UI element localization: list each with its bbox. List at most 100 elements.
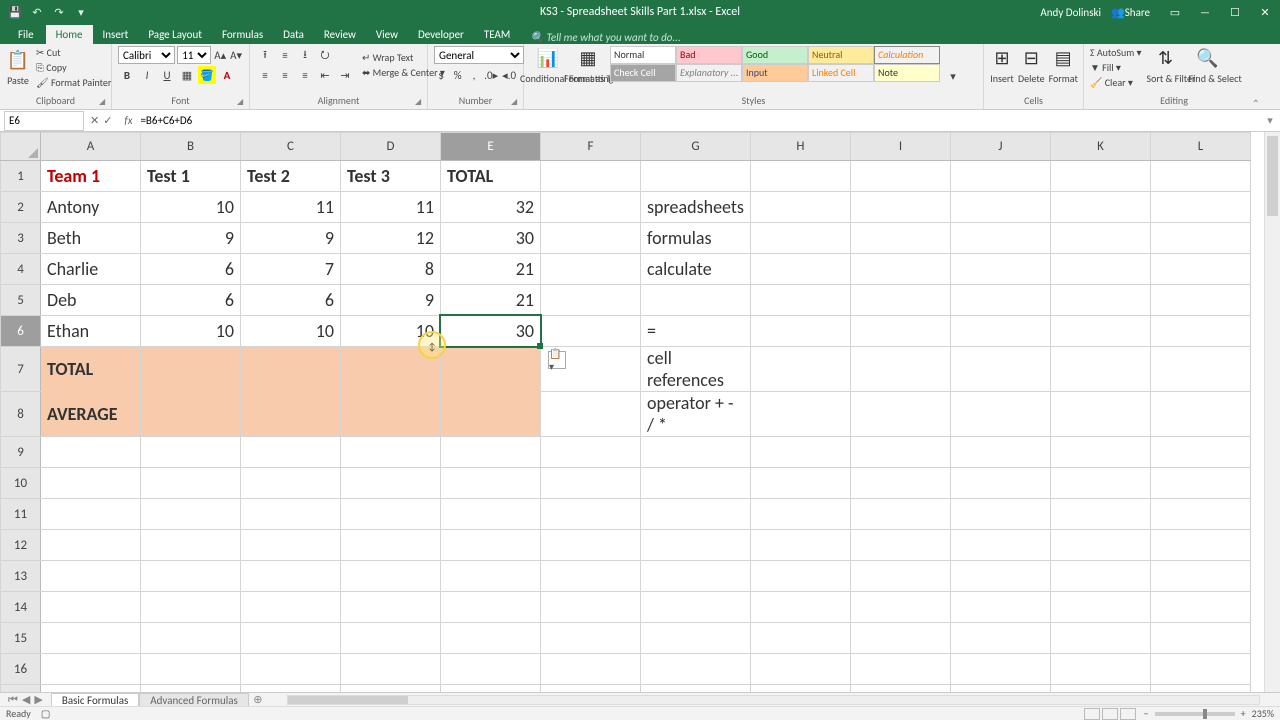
- cell-D2[interactable]: 11: [341, 192, 441, 223]
- redo-icon[interactable]: ↷: [50, 3, 68, 21]
- cell-J8[interactable]: [950, 392, 1050, 437]
- cell-B14[interactable]: [141, 592, 241, 623]
- cell-D13[interactable]: [341, 561, 441, 592]
- enter-formula-icon[interactable]: ✓: [103, 114, 112, 127]
- cell-I9[interactable]: [850, 437, 950, 468]
- cell-H11[interactable]: [750, 499, 850, 530]
- cell-C15[interactable]: [241, 623, 341, 654]
- cell-I12[interactable]: [850, 530, 950, 561]
- cell-A2[interactable]: Antony: [41, 192, 141, 223]
- cell-L4[interactable]: [1150, 254, 1250, 285]
- align-right-icon[interactable]: ≡: [296, 66, 314, 84]
- col-header-D[interactable]: D: [341, 133, 441, 161]
- cell-E7[interactable]: [441, 347, 541, 392]
- tab-file[interactable]: File: [6, 25, 46, 44]
- grow-font-icon[interactable]: A▴: [213, 46, 227, 64]
- cell-K3[interactable]: [1050, 223, 1150, 254]
- cell-C5[interactable]: 6: [241, 285, 341, 316]
- cell-G11[interactable]: [641, 499, 751, 530]
- cell-L6[interactable]: [1150, 316, 1250, 347]
- cell-G2[interactable]: spreadsheets: [641, 192, 751, 223]
- cell-F5[interactable]: [541, 285, 641, 316]
- cell-D12[interactable]: [341, 530, 441, 561]
- cell-I16[interactable]: [850, 654, 950, 685]
- col-header-B[interactable]: B: [141, 133, 241, 161]
- cell-J9[interactable]: [950, 437, 1050, 468]
- cell-H1[interactable]: [750, 161, 850, 192]
- zoom-slider[interactable]: [1155, 712, 1235, 716]
- cell-K1[interactable]: [1050, 161, 1150, 192]
- fx-icon[interactable]: fx: [118, 114, 138, 127]
- cell-E5[interactable]: 21: [441, 285, 541, 316]
- cell-H5[interactable]: [750, 285, 850, 316]
- cell-D9[interactable]: [341, 437, 441, 468]
- page-break-view-icon[interactable]: [1120, 708, 1136, 720]
- dialog-launcher-icon[interactable]: ◢: [237, 97, 247, 107]
- col-header-K[interactable]: K: [1050, 133, 1150, 161]
- zoom-out-icon[interactable]: −: [1144, 707, 1149, 720]
- cell-F17[interactable]: [541, 685, 641, 693]
- delete-cells-button[interactable]: ⊟Delete: [1018, 46, 1045, 85]
- font-name-select[interactable]: Calibri: [118, 46, 175, 64]
- cell-style-neutral[interactable]: Neutral: [808, 46, 874, 64]
- cell-L17[interactable]: [1150, 685, 1250, 693]
- cell-E10[interactable]: [441, 468, 541, 499]
- close-icon[interactable]: ✕: [1250, 0, 1280, 24]
- cell-C3[interactable]: 9: [241, 223, 341, 254]
- cell-J3[interactable]: [950, 223, 1050, 254]
- insert-cells-button[interactable]: ⊞Insert: [990, 46, 1014, 85]
- cell-style-linked-cell[interactable]: Linked Cell: [808, 64, 874, 82]
- cell-A10[interactable]: [41, 468, 141, 499]
- cell-K13[interactable]: [1050, 561, 1150, 592]
- cell-C11[interactable]: [241, 499, 341, 530]
- cell-I3[interactable]: [850, 223, 950, 254]
- cell-H3[interactable]: [750, 223, 850, 254]
- cell-style-input[interactable]: Input: [742, 64, 808, 82]
- cell-H17[interactable]: [750, 685, 850, 693]
- number-format-select[interactable]: General: [434, 46, 524, 64]
- cell-K15[interactable]: [1050, 623, 1150, 654]
- ribbon-display-icon[interactable]: ▭: [1160, 0, 1190, 24]
- cell-K2[interactable]: [1050, 192, 1150, 223]
- cell-H4[interactable]: [750, 254, 850, 285]
- paste-button[interactable]: 📋 Paste: [6, 48, 30, 87]
- cell-D1[interactable]: Test 3: [341, 161, 441, 192]
- cell-L9[interactable]: [1150, 437, 1250, 468]
- cell-I11[interactable]: [850, 499, 950, 530]
- align-center-icon[interactable]: ≡: [276, 66, 294, 84]
- cell-F14[interactable]: [541, 592, 641, 623]
- macro-record-icon[interactable]: ▢: [41, 707, 50, 720]
- cell-G1[interactable]: [641, 161, 751, 192]
- cell-F1[interactable]: [541, 161, 641, 192]
- cell-G8[interactable]: operator + - / *: [641, 392, 751, 437]
- tab-page-layout[interactable]: Page Layout: [138, 25, 212, 44]
- cell-styles-gallery[interactable]: NormalBadGoodNeutralCalculationCheck Cel…: [610, 46, 940, 82]
- cell-D11[interactable]: [341, 499, 441, 530]
- cell-I2[interactable]: [850, 192, 950, 223]
- cell-C16[interactable]: [241, 654, 341, 685]
- cell-F2[interactable]: [541, 192, 641, 223]
- cell-I8[interactable]: [850, 392, 950, 437]
- styles-more-icon[interactable]: ▾: [944, 67, 962, 85]
- tab-formulas[interactable]: Formulas: [212, 25, 273, 44]
- qa-custom-icon[interactable]: ▾: [72, 3, 90, 21]
- cell-B10[interactable]: [141, 468, 241, 499]
- cell-A5[interactable]: Deb: [41, 285, 141, 316]
- cell-D3[interactable]: 12: [341, 223, 441, 254]
- row-header-2[interactable]: 2: [1, 192, 41, 223]
- col-header-J[interactable]: J: [950, 133, 1050, 161]
- cell-A16[interactable]: [41, 654, 141, 685]
- cell-A4[interactable]: Charlie: [41, 254, 141, 285]
- cell-L2[interactable]: [1150, 192, 1250, 223]
- undo-icon[interactable]: ↶: [28, 3, 46, 21]
- cell-F4[interactable]: [541, 254, 641, 285]
- cell-G7[interactable]: cell references: [641, 347, 751, 392]
- cell-D16[interactable]: [341, 654, 441, 685]
- paste-options-icon[interactable]: 📋▾: [548, 351, 566, 369]
- cell-G16[interactable]: [641, 654, 751, 685]
- row-header-9[interactable]: 9: [1, 437, 41, 468]
- row-header-8[interactable]: 8: [1, 392, 41, 437]
- dec-decimal-icon[interactable]: ◂.0: [501, 66, 517, 84]
- cell-E13[interactable]: [441, 561, 541, 592]
- cell-style-explanatory-[interactable]: Explanatory ...: [676, 64, 742, 82]
